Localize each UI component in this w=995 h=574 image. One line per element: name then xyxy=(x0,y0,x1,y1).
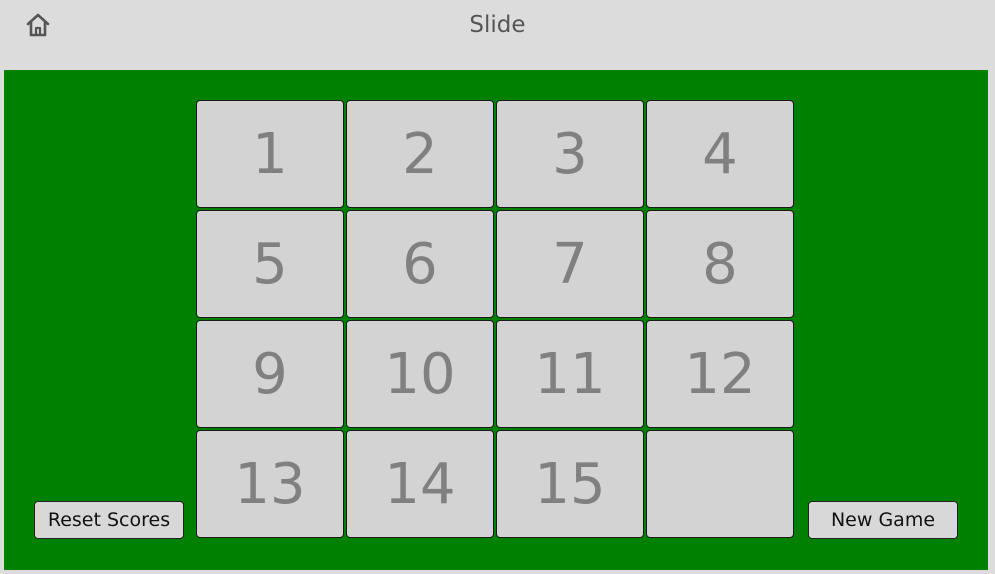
puzzle-tile[interactable]: 12 xyxy=(646,320,794,428)
puzzle-tile[interactable]: 8 xyxy=(646,210,794,318)
top-bar: Slide xyxy=(0,0,995,55)
app-window: Slide 1 2 3 4 5 6 7 8 9 10 11 12 13 14 15 Reset Scores… xyxy=(0,0,995,574)
empty-tile[interactable] xyxy=(646,430,794,538)
puzzle-tile[interactable]: 5 xyxy=(196,210,344,318)
reset-scores-button[interactable]: Reset Scores xyxy=(34,501,184,539)
puzzle-tile[interactable]: 2 xyxy=(346,100,494,208)
puzzle-tile[interactable]: 14 xyxy=(346,430,494,538)
puzzle-tile[interactable]: 7 xyxy=(496,210,644,318)
puzzle-tile[interactable]: 9 xyxy=(196,320,344,428)
puzzle-tile[interactable]: 3 xyxy=(496,100,644,208)
new-game-button[interactable]: New Game xyxy=(808,501,958,539)
puzzle-tile[interactable]: 11 xyxy=(496,320,644,428)
page-title: Slide xyxy=(469,12,526,38)
puzzle-tile[interactable]: 10 xyxy=(346,320,494,428)
puzzle-tile[interactable]: 13 xyxy=(196,430,344,538)
puzzle-tile[interactable]: 6 xyxy=(346,210,494,318)
puzzle-grid: 1 2 3 4 5 6 7 8 9 10 11 12 13 14 15 xyxy=(196,100,796,540)
puzzle-tile[interactable]: 1 xyxy=(196,100,344,208)
puzzle-tile[interactable]: 4 xyxy=(646,100,794,208)
puzzle-tile[interactable]: 15 xyxy=(496,430,644,538)
